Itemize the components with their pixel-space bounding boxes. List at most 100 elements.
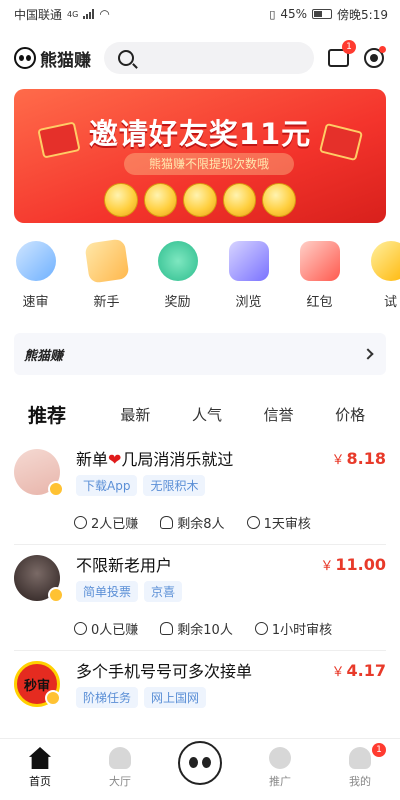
coin-icon (183, 183, 217, 217)
tab-popular[interactable]: 人气 (171, 404, 243, 425)
task-tag: 简单投票 (76, 581, 139, 602)
category-browse[interactable]: 浏览 (213, 241, 284, 310)
verified-badge-icon (45, 690, 61, 706)
reward-icon (157, 241, 198, 281)
panda-center-icon (178, 741, 222, 785)
task-price: ￥ 8.18 (332, 449, 387, 468)
price-value: 8.18 (346, 449, 386, 468)
coin-icon (262, 183, 296, 217)
coin-icon (143, 183, 178, 217)
message-button[interactable]: 1 (326, 40, 356, 70)
category-label: 红包 (306, 295, 333, 310)
user-icon (160, 622, 174, 635)
tabbar-center[interactable] (160, 741, 240, 785)
red-packet-icon (299, 241, 340, 281)
camera-button[interactable] (362, 46, 386, 70)
task-tag: 网上国网 (144, 687, 207, 708)
task-tag: 无限积木 (143, 475, 206, 496)
hall-icon (109, 747, 131, 769)
avatar (14, 449, 64, 497)
home-icon (29, 747, 51, 769)
category-label: 试 (383, 295, 397, 310)
tabbar-label: 我的 (349, 775, 371, 788)
tabbar-hall[interactable]: 大厅 (80, 747, 160, 789)
category-reward[interactable]: 奖励 (142, 241, 213, 310)
promote-icon (269, 747, 291, 769)
task-tag: 下载App (76, 475, 138, 496)
earned-count: 2人已赚 (91, 517, 139, 532)
search-icon (118, 50, 134, 66)
task-tag: 京喜 (144, 581, 183, 602)
profile-badge: 1 (372, 743, 386, 757)
signal-icon (83, 9, 95, 19)
invite-banner[interactable]: 邀请好友奖11元 熊猫赚不限提现次数哦 (14, 89, 386, 223)
task-price: ￥ 4.17 (332, 661, 387, 680)
avatar (14, 555, 64, 603)
category-red-packet[interactable]: 红包 (284, 241, 355, 310)
browse-icon (228, 241, 269, 281)
status-bar: 中国联通 4G ◠ ▯ 45% 傍晚5:19 (0, 0, 400, 28)
app-name: 熊猫赚 (40, 50, 91, 71)
task-tag: 阶梯任务 (76, 687, 139, 708)
tab-reputation[interactable]: 信誉 (243, 404, 315, 425)
tabbar-home[interactable]: 首页 (0, 747, 80, 789)
network-label: 4G (67, 9, 79, 19)
task-stats: 2人已赚 剩余8人 1天审核 (74, 513, 386, 532)
sort-tabs: 推荐 最新 人气 信誉 价格 (0, 389, 400, 439)
chevron-right-icon (362, 348, 374, 360)
review-icon (15, 241, 56, 281)
tabbar-label: 大厅 (109, 775, 131, 788)
currency-symbol: ￥ (331, 665, 345, 680)
currency-symbol: ￥ (331, 453, 345, 468)
battery-percent: 45% (280, 7, 308, 21)
tabbar-promote[interactable]: 推广 (240, 747, 320, 789)
heart-icon: ❤ (108, 450, 122, 469)
category-label: 浏览 (235, 295, 262, 310)
task-price: ￥ 11.00 (320, 555, 386, 574)
user-icon (160, 516, 174, 529)
yen-icon (74, 516, 87, 529)
verified-badge-icon (48, 481, 64, 497)
panda-logo-icon (14, 47, 36, 69)
clock-icon (246, 516, 260, 529)
tab-latest[interactable]: 最新 (100, 404, 172, 425)
category-label: 速审 (22, 295, 49, 310)
category-review[interactable]: 速审 (0, 241, 71, 310)
avatar: 秒审 (14, 661, 61, 707)
currency-symbol: ￥ (320, 559, 334, 574)
wifi-icon: ◠ (99, 7, 110, 21)
profile-icon (349, 747, 371, 769)
notice-brand: 熊猫赚 (24, 348, 64, 364)
newbie-icon (83, 238, 130, 284)
task-list: 新单❤几局消消乐就过 下载App 无限积木 ￥ 8.18 2人已赚 剩余8人 1天… (0, 439, 400, 757)
tabbar-profile[interactable]: 我的 1 (320, 743, 400, 789)
app-header: 熊猫赚 1 (0, 28, 400, 88)
review-time: 1小时审核 (271, 623, 333, 638)
search-input[interactable] (104, 42, 314, 74)
notification-dot (379, 46, 386, 53)
coin-icon (104, 183, 138, 217)
category-newbie[interactable]: 新手 (71, 238, 142, 310)
battery-icon (312, 9, 333, 19)
tab-recommend[interactable]: 推荐 (14, 401, 100, 428)
category-label: 奖励 (164, 295, 191, 310)
message-badge: 1 (342, 40, 356, 54)
category-row: 速审 新手 奖励 浏览 红包 试 (0, 223, 400, 325)
price-value: 4.17 (346, 661, 386, 680)
banner-subtitle: 熊猫赚不限提现次数哦 (124, 153, 294, 175)
task-title-text: 几局消消乐就过 (121, 450, 234, 469)
task-title-text: 新单 (76, 450, 109, 469)
tabbar-label: 首页 (29, 775, 51, 788)
clock: 傍晚5:19 (337, 7, 388, 22)
task-stats: 0人已赚 剩余10人 1小时审核 (74, 619, 386, 638)
tabbar-label: 推广 (269, 775, 291, 788)
remaining-count: 剩余10人 (177, 623, 233, 638)
task-item[interactable]: 不限新老用户 简单投票 京喜 ￥ 11.00 0人已赚 剩余10人 1小时审核 (14, 545, 386, 651)
category-trial[interactable]: 试 (355, 241, 400, 310)
task-item[interactable]: 新单❤几局消消乐就过 下载App 无限积木 ￥ 8.18 2人已赚 剩余8人 1天… (14, 439, 386, 545)
notice-bar[interactable]: 熊猫赚 (14, 333, 386, 375)
trial-icon (370, 241, 400, 281)
earned-count: 0人已赚 (91, 623, 139, 638)
review-time: 1天审核 (263, 517, 311, 532)
tab-price[interactable]: 价格 (314, 404, 386, 425)
